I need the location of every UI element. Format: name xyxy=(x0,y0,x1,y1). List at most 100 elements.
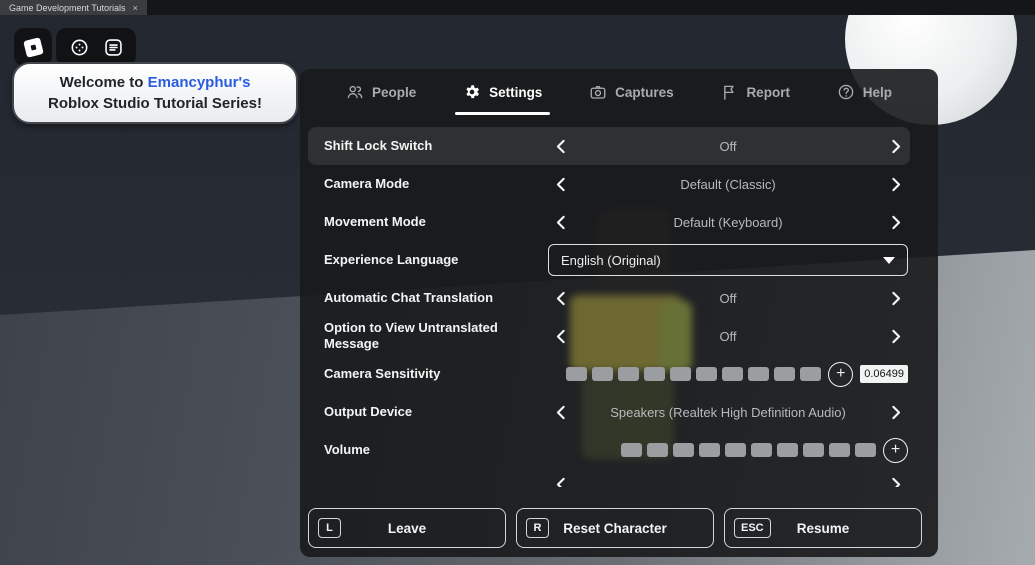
chevron-left-icon[interactable] xyxy=(548,209,574,235)
slider-segment[interactable] xyxy=(566,367,588,381)
slider-segment[interactable] xyxy=(777,443,798,457)
slider-segment[interactable] xyxy=(647,443,668,457)
chevron-left-icon[interactable] xyxy=(548,471,574,487)
slider-segment[interactable] xyxy=(618,367,640,381)
gear-icon xyxy=(463,83,481,101)
chevron-right-icon[interactable] xyxy=(882,209,908,235)
chevron-left-icon[interactable] xyxy=(548,285,574,311)
slider-segment[interactable] xyxy=(722,367,744,381)
slider-segment[interactable] xyxy=(774,367,796,381)
setting-value: Default (Keyboard) xyxy=(673,214,783,230)
slider-segment[interactable] xyxy=(673,443,694,457)
chevron-left-icon[interactable] xyxy=(548,399,574,425)
roblox-menu-button[interactable] xyxy=(14,28,52,66)
slider-segment[interactable] xyxy=(644,367,666,381)
setting-value: Default (Classic) xyxy=(680,176,776,192)
slider-segment[interactable] xyxy=(699,443,720,457)
settings-row-shift-lock-switch: Shift Lock Switch Off xyxy=(308,127,910,165)
tab-label: Captures xyxy=(615,84,674,100)
slider-segment[interactable] xyxy=(751,443,772,457)
roblox-window: Game Development Tutorials × Welcome to … xyxy=(0,0,1035,565)
chevron-right-icon[interactable] xyxy=(882,133,908,159)
setting-label: Camera Sensitivity xyxy=(324,365,441,381)
button-label: Leave xyxy=(387,520,427,536)
slider-segment[interactable] xyxy=(829,443,850,457)
slider-segment[interactable] xyxy=(670,367,692,381)
menu-actions: L Leave R Reset Character ESC Resume xyxy=(308,508,922,548)
captures-icon xyxy=(589,83,607,101)
settings-row-output-device: Output Device Speakers (Realtek High Defi… xyxy=(308,393,910,431)
setting-label: Shift Lock Switch xyxy=(324,137,433,153)
reset-character-button[interactable]: R Reset Character xyxy=(516,508,714,548)
place-tab[interactable]: Game Development Tutorials × xyxy=(0,0,147,15)
place-tab-title: Game Development Tutorials xyxy=(9,2,126,13)
banner-username: Emancyphur's xyxy=(147,74,251,91)
tab-captures[interactable]: Captures xyxy=(589,69,674,115)
tab-report[interactable]: Report xyxy=(720,69,790,115)
setting-label: Automatic Chat Translation xyxy=(324,289,494,305)
button-label: Reset Character xyxy=(563,520,667,536)
people-icon xyxy=(346,83,364,101)
chevron-left-icon[interactable] xyxy=(548,133,574,159)
settings-rows: Shift Lock Switch Off Camera Mode Default (… xyxy=(300,115,938,487)
slider-segment[interactable] xyxy=(696,367,718,381)
studio-tabbar: Game Development Tutorials × xyxy=(0,0,1035,15)
slider-segment[interactable] xyxy=(855,443,876,457)
setting-label: Experience Language xyxy=(324,251,459,267)
banner-line1: Welcome to Emancyphur's xyxy=(22,72,288,93)
chevron-right-icon[interactable] xyxy=(882,399,908,425)
slider-segment[interactable] xyxy=(725,443,746,457)
settings-row-camera-sensitivity: Camera Sensitivity +0.06499 xyxy=(308,355,910,393)
chevron-right-icon[interactable] xyxy=(882,471,908,487)
setting-label: Option to View Untranslated Message xyxy=(324,319,498,351)
banner-line2: Roblox Studio Tutorial Series! xyxy=(48,95,262,112)
resume-button[interactable]: ESC Resume xyxy=(724,508,922,548)
chevron-left-icon[interactable] xyxy=(548,323,574,349)
slider-segment[interactable] xyxy=(748,367,770,381)
tab-help[interactable]: Help xyxy=(837,69,892,115)
keycap-ESC: ESC xyxy=(734,518,771,538)
slider-track[interactable] xyxy=(621,443,876,457)
setting-label: Movement Mode xyxy=(324,213,426,229)
tab-close-icon[interactable]: × xyxy=(133,3,138,13)
setting-label: Output Device xyxy=(324,403,413,419)
slider-segment[interactable] xyxy=(803,443,824,457)
settings-row-volume: Volume + xyxy=(308,431,910,469)
tab-people[interactable]: People xyxy=(346,69,416,115)
tab-settings[interactable]: Settings xyxy=(455,69,551,115)
settings-row-movement-mode: Movement Mode Default (Keyboard) xyxy=(308,203,910,241)
slider-value-box[interactable]: 0.06499 xyxy=(860,365,908,383)
setting-value: Off xyxy=(719,138,737,154)
setting-label: Camera Mode xyxy=(324,175,410,191)
report-icon xyxy=(720,83,738,101)
banner-welcome-text: Welcome to xyxy=(59,74,148,91)
settings-row-camera-mode: Camera Mode Default (Classic) xyxy=(308,165,910,203)
dropdown-value: English (Original) xyxy=(561,252,661,268)
slider-track[interactable] xyxy=(566,367,822,381)
caret-down-icon xyxy=(883,256,895,264)
tab-label: Report xyxy=(746,84,790,100)
plus-icon[interactable]: + xyxy=(883,437,908,463)
plus-icon[interactable]: + xyxy=(828,361,854,387)
slider-segment[interactable] xyxy=(621,443,642,457)
chevron-right-icon[interactable] xyxy=(882,285,908,311)
quick-menu-button[interactable] xyxy=(68,36,90,58)
escape-menu: People Settings Captures Report Help Shift L… xyxy=(300,69,938,557)
help-icon xyxy=(837,83,855,101)
setting-label: Volume xyxy=(324,441,370,457)
welcome-banner: Welcome to Emancyphur's Roblox Studio Tu… xyxy=(12,62,298,124)
chevron-left-icon[interactable] xyxy=(548,171,574,197)
settings-row-option-to-view-untranslated-message: Option to View Untranslated Message Off xyxy=(308,317,910,355)
playerlist-button[interactable] xyxy=(102,36,124,58)
slider-segment[interactable] xyxy=(800,367,822,381)
settings-row-partial xyxy=(308,471,910,487)
setting-value: Speakers (Realtek High Definition Audio) xyxy=(610,404,846,420)
roblox-logo-icon xyxy=(22,36,44,58)
chevron-right-icon[interactable] xyxy=(882,323,908,349)
tab-label: People xyxy=(372,84,417,100)
language-dropdown[interactable]: English (Original) xyxy=(548,244,908,276)
slider-segment[interactable] xyxy=(592,367,614,381)
leave-button[interactable]: L Leave xyxy=(308,508,506,548)
chevron-right-icon[interactable] xyxy=(882,171,908,197)
tab-label: Settings xyxy=(489,84,543,100)
